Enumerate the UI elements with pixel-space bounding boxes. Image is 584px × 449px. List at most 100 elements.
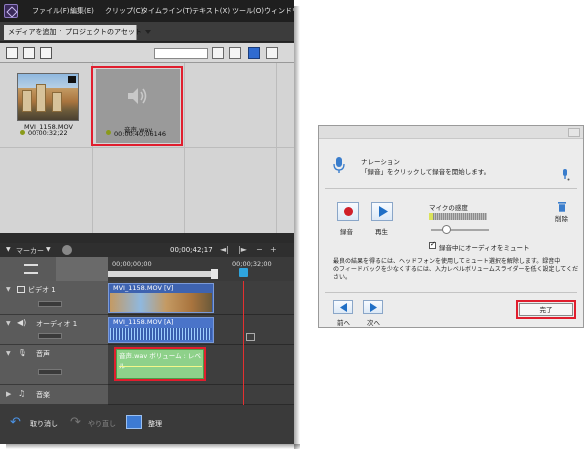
keyframe-controls[interactable] [38, 301, 62, 307]
keyframe-controls[interactable] [38, 369, 62, 375]
building-shape [36, 84, 46, 112]
tip-line-2: のフィードバックを少なくするには、入力レベルボリュームスライダーを低く設定してく… [333, 266, 579, 273]
premiere-elements-window: ファイル(F) 編集(E) クリップ(C) タイムライン(T) テキスト(X) … [0, 0, 300, 449]
audio-view-icon[interactable] [56, 257, 108, 281]
media-tab-bar: メディアを追加 プロジェクトのアセット [0, 22, 294, 42]
menu-timeline[interactable]: タイムライン(T) [141, 6, 192, 16]
grid-divider [184, 63, 185, 233]
tip-line-3: さい。 [333, 274, 352, 281]
collapse-icon[interactable]: ▼ [6, 320, 11, 327]
video-track-icon [17, 286, 25, 293]
help-icon[interactable] [62, 245, 72, 255]
highlight-box [114, 347, 206, 381]
menu-file[interactable]: ファイル(F) [32, 6, 70, 16]
folder-icon[interactable] [229, 47, 241, 59]
next-edit-icon[interactable]: |► [238, 245, 247, 254]
project-assets-label: プロジェクトのアセット [65, 28, 142, 36]
playhead-icon[interactable] [239, 268, 248, 277]
track-name: オーディオ 1 [36, 320, 78, 328]
window-shadow [6, 444, 300, 449]
menu-clip[interactable]: クリップ(C) [105, 6, 143, 16]
divider [325, 292, 577, 293]
add-media-label: メディアを追加 [8, 28, 57, 36]
timeline-ruler[interactable]: 00;00;00;00 00;00;32;00 [0, 257, 294, 281]
work-area-bar[interactable] [108, 271, 218, 277]
organize-icon[interactable] [126, 415, 142, 429]
close-icon[interactable] [246, 333, 255, 341]
organize-button[interactable]: 整理 [148, 419, 162, 429]
mute-checkbox[interactable]: ✓ [429, 240, 436, 249]
arrow-right-icon [370, 303, 377, 312]
mute-checkbox-label[interactable]: 録音中にオーディオをミュート [439, 242, 530, 252]
play-button[interactable] [371, 202, 393, 221]
track-header-narration: ▼ 🎙 音声 [0, 345, 108, 385]
track-body-music [108, 385, 294, 405]
marker-menu[interactable]: マーカー [16, 246, 44, 256]
list-view-icon[interactable] [266, 47, 278, 59]
zoom-out-icon[interactable]: − [256, 245, 263, 254]
prev-edit-icon[interactable]: ◄| [220, 245, 229, 254]
play-icon [379, 206, 388, 217]
chevron-down-icon: ▼ [6, 246, 11, 253]
expand-icon[interactable]: ▶ [6, 390, 11, 398]
undo-button[interactable]: 取り消し [30, 419, 58, 429]
video-thumbnail[interactable] [17, 73, 79, 121]
grid-divider [276, 63, 277, 233]
sensitivity-slider-thumb[interactable] [442, 225, 451, 234]
grid-divider [0, 147, 294, 148]
video-filter-icon[interactable] [6, 47, 18, 59]
sensitivity-slider-track[interactable] [431, 229, 489, 231]
collapse-icon[interactable]: ▼ [6, 350, 11, 357]
microphone-icon: 🎙 [18, 349, 27, 357]
track-header-video-1: ▼ ビデオ 1 [0, 281, 108, 315]
record-button[interactable] [337, 202, 359, 221]
arrow-left-icon [340, 303, 347, 312]
next-button[interactable] [363, 300, 383, 314]
pin-icon[interactable] [248, 47, 260, 59]
divider [325, 188, 577, 189]
prev-button[interactable] [333, 300, 353, 314]
menu-edit[interactable]: 編集(E) [70, 6, 94, 16]
narration-dialog: ナレーション 「録音」をクリックして録音を開始します。 録音 再生 マイクの感度… [318, 125, 584, 328]
menu-text[interactable]: テキスト(X) [192, 6, 230, 16]
microphone-icon [333, 157, 345, 173]
level-meter [429, 213, 487, 220]
keyframe-controls[interactable] [38, 333, 62, 339]
project-assets-tab[interactable]: プロジェクトのアセット [61, 25, 151, 40]
new-item-icon[interactable] [212, 47, 224, 59]
app-logo-icon [4, 4, 18, 18]
panel-divider [0, 233, 294, 243]
video-clip[interactable]: MVI_1158.MOV [V] [108, 283, 214, 313]
delete-label[interactable]: 削除 [555, 213, 568, 223]
level-meter-fill [429, 213, 433, 220]
track-body-narration: 音声.wav ボリューム : レベル [108, 345, 294, 385]
assets-toolbar [0, 43, 294, 63]
prev-label: 前へ [337, 319, 350, 327]
track-header-audio-1: ▼ ◀) オーディオ 1 [0, 315, 108, 345]
audio-filter-icon[interactable] [40, 47, 52, 59]
timecode-display: 00;00;42;17 [170, 246, 213, 254]
redo-button: やり直し [88, 420, 116, 428]
collapse-icon[interactable]: ▼ [6, 286, 11, 293]
clip-name: MVI_1158.MOV [V] [113, 284, 174, 292]
zoom-in-icon[interactable]: + [270, 245, 277, 254]
track-name: ビデオ 1 [28, 286, 56, 294]
search-input[interactable] [154, 48, 208, 59]
audio-clip[interactable]: MVI_1158.MOV [A] [108, 317, 214, 343]
next-label: 次へ [367, 319, 380, 327]
track-name: 音声 [36, 350, 50, 358]
dialog-title: ナレーション [361, 158, 400, 166]
tracks-view-icon[interactable] [24, 264, 38, 274]
trash-icon[interactable] [557, 201, 567, 212]
mic-settings-icon[interactable] [560, 169, 570, 181]
ruler-controls [0, 257, 108, 281]
close-icon[interactable] [568, 128, 580, 137]
undo-icon[interactable]: ↶ [10, 415, 21, 430]
work-area-handle[interactable] [211, 269, 218, 279]
waveform [110, 328, 212, 340]
track-body-audio-1: MVI_1158.MOV [A] [108, 315, 294, 345]
menu-tools[interactable]: ツール(O) [232, 6, 264, 16]
menu-window[interactable]: ウィンドウ [264, 6, 294, 16]
track-body-video-1: MVI_1158.MOV [V] [108, 281, 294, 315]
image-filter-icon[interactable] [23, 47, 35, 59]
